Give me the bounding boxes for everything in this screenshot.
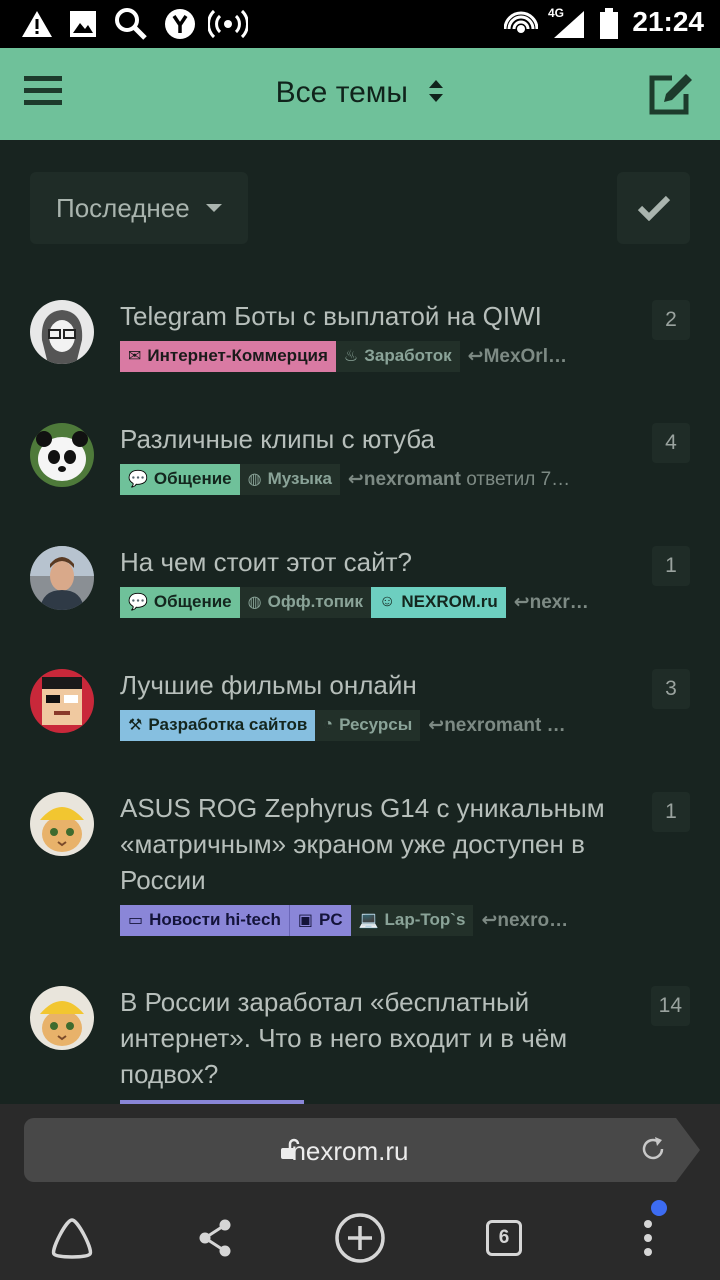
reply-icon: ↩ <box>467 345 484 367</box>
alice-button[interactable] <box>44 1210 100 1266</box>
tag-hitech-news[interactable]: ▭ Новости hi-tech <box>120 904 289 936</box>
image-icon <box>68 8 98 40</box>
battery-icon <box>598 8 620 40</box>
cell-signal-icon <box>552 8 586 40</box>
tag-music[interactable]: ◍ Музыка <box>239 463 340 495</box>
browser-nav-bar: 6 <box>0 1196 720 1280</box>
yandex-icon <box>164 8 196 40</box>
last-reply[interactable]: ↩nexromant … <box>428 714 620 737</box>
page-title: Все темы <box>275 76 408 109</box>
reply-count[interactable]: 1 <box>652 546 690 586</box>
mark-read-button[interactable] <box>617 172 690 244</box>
topic-meta: ✉ Интернет-Коммерция ♨ Заработок ↩MexOrl… <box>120 340 620 372</box>
pc-icon: ▣ <box>297 912 313 929</box>
browser-address-area: nexrom.ru <box>0 1104 720 1196</box>
comment-icon: ◍ <box>247 594 262 611</box>
last-reply[interactable]: ↩MexOrl… <box>468 345 620 368</box>
reply-count[interactable]: 2 <box>652 300 690 340</box>
reply-count[interactable]: 14 <box>650 986 690 1026</box>
last-reply[interactable]: ↩nexr… <box>514 591 620 614</box>
topic-title[interactable]: Различные клипы с ютуба <box>120 421 620 457</box>
tabs-button[interactable]: 6 <box>476 1210 532 1266</box>
url-text: nexrom.ru <box>291 1136 409 1166</box>
avatar[interactable] <box>30 423 94 487</box>
comment-icon: ◍ <box>247 471 262 488</box>
tag-communication[interactable]: 💬 Общение <box>120 463 240 495</box>
avatar[interactable] <box>30 546 94 610</box>
alice-icon <box>51 1218 93 1259</box>
signal-icon: ◔ <box>323 716 334 733</box>
devices-icon: ▭ <box>128 912 144 929</box>
caret-down-icon <box>205 204 222 212</box>
new-tab-button[interactable] <box>332 1210 388 1266</box>
avatar[interactable] <box>30 300 94 364</box>
reply-icon: ↩ <box>347 468 364 490</box>
tag-internet-commerce[interactable]: ✉ Интернет-Коммерция <box>120 340 336 372</box>
user-icon: ☺ <box>379 593 396 610</box>
reply-count[interactable]: 3 <box>652 669 690 709</box>
more-vertical-icon <box>644 1220 652 1256</box>
app-header: Все темы <box>0 48 720 140</box>
ticket-icon: ✉ <box>128 348 142 365</box>
hotspot-icon <box>208 8 248 40</box>
topic-title[interactable]: Лучшие фильмы онлайн <box>120 667 620 703</box>
laptop-icon: 💻 <box>358 912 379 929</box>
coin-hand-icon: ♨ <box>343 348 359 365</box>
comments-icon: 💬 <box>128 594 148 611</box>
reply-count[interactable]: 4 <box>652 423 690 463</box>
topic-filter-title[interactable]: Все темы <box>0 76 720 111</box>
topic-title[interactable]: На чем стоит этот сайт? <box>120 544 620 580</box>
tag-communication[interactable]: 💬 Общение <box>120 586 240 618</box>
topic-meta: ▭ Новости hi-tech ▣ PC 💻 Lap-Top`s ↩nexro… <box>120 904 620 936</box>
check-icon <box>637 195 670 221</box>
new-topic-button[interactable] <box>646 72 694 116</box>
tab-count: 6 <box>486 1220 522 1256</box>
reply-count[interactable]: 1 <box>652 792 690 832</box>
reply-icon: ↩ <box>513 591 530 613</box>
topic-meta: 💬 Общение ◍ Офф.топик ☺ NEXROM.ru ↩nexr… <box>120 586 620 618</box>
reload-icon[interactable] <box>638 1134 668 1164</box>
avatar[interactable] <box>30 669 94 733</box>
topic-title[interactable]: ASUS ROG Zephyrus G14 с уникальным «матр… <box>120 790 620 898</box>
tag-resources[interactable]: ◔ Ресурсы <box>315 709 421 741</box>
share-button[interactable] <box>187 1210 243 1266</box>
tag-earnings[interactable]: ♨ Заработок <box>335 340 460 372</box>
tag-offtopic[interactable]: ◍ Офф.топик <box>239 586 372 618</box>
topic-meta: 💬 Общение ◍ Музыка ↩nexromant ответил 7… <box>120 463 620 495</box>
tag-nexrom[interactable]: ☺ NEXROM.ru <box>371 586 506 618</box>
comments-icon: 💬 <box>128 471 148 488</box>
sort-arrows-icon <box>428 77 444 111</box>
plus-circle-icon <box>335 1213 385 1263</box>
edit-icon <box>649 74 692 115</box>
avatar[interactable] <box>30 986 94 1050</box>
hammer-icon: ⚒ <box>128 717 143 734</box>
avatar[interactable] <box>30 792 94 856</box>
reply-icon: ↩ <box>481 909 498 931</box>
status-bar: 4G 21:24 <box>0 0 720 48</box>
topic-title[interactable]: В России заработал «бесплатный интернет»… <box>120 984 620 1092</box>
warning-icon <box>20 8 54 40</box>
last-reply[interactable]: ↩nexro… <box>481 909 620 932</box>
share-icon <box>199 1219 231 1257</box>
tag-laptops[interactable]: 💻 Lap-Top`s <box>350 904 474 936</box>
more-menu-button[interactable] <box>620 1210 676 1266</box>
sort-label: Последнее <box>56 192 190 223</box>
topic-meta: ⚒ Разработка сайтов ◔ Ресурсы ↩nexromant … <box>120 709 620 741</box>
search-icon <box>114 8 148 40</box>
notification-dot <box>651 1200 667 1216</box>
tag-web-development[interactable]: ⚒ Разработка сайтов <box>120 709 316 741</box>
wifi-hotspot-icon <box>504 8 538 40</box>
clock: 21:24 <box>632 6 704 37</box>
sort-dropdown[interactable]: Последнее <box>30 172 248 244</box>
topic-title[interactable]: Telegram Боты с выплатой на QIWI <box>120 298 620 334</box>
address-bar[interactable]: nexrom.ru <box>24 1118 700 1182</box>
last-reply[interactable]: ↩nexromant ответил 7… <box>348 468 620 491</box>
tag-pc[interactable]: ▣ PC <box>288 904 351 936</box>
reply-icon: ↩ <box>428 714 445 736</box>
